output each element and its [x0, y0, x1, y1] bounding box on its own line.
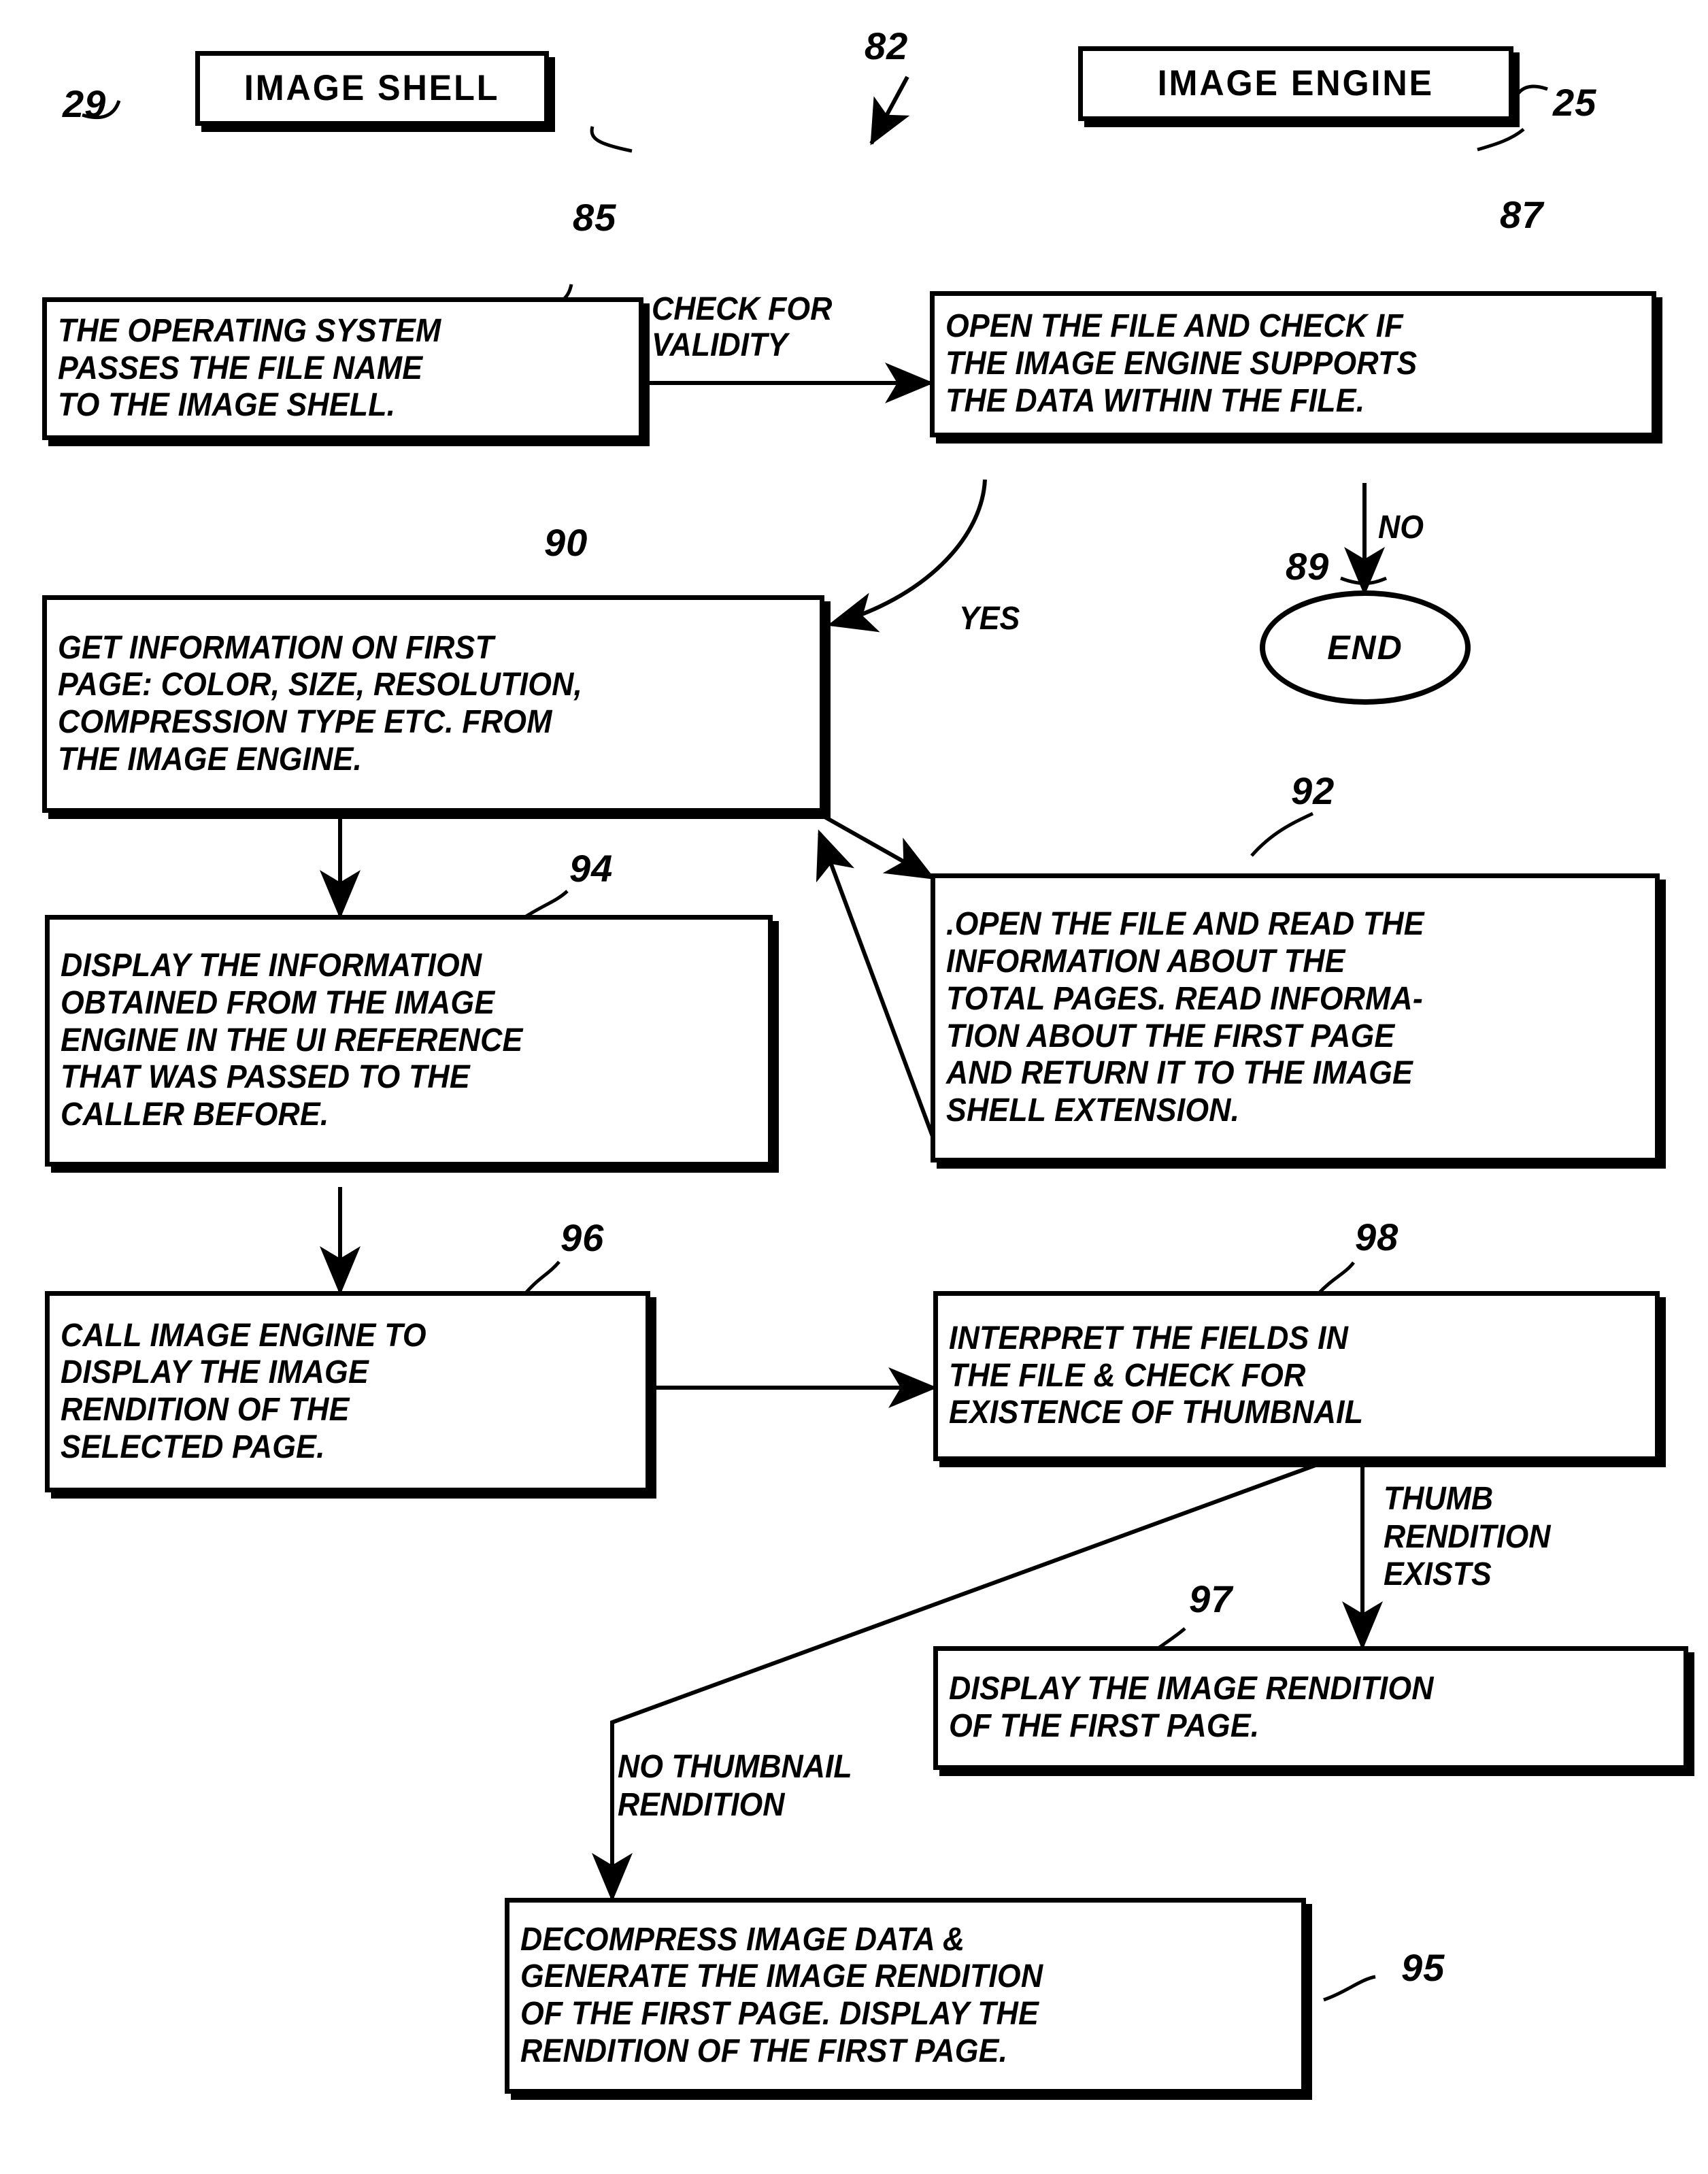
title-box-image-engine: IMAGE ENGINE: [1078, 46, 1513, 121]
edge-label-no: NO: [1378, 509, 1424, 546]
edge-label-yes: YES: [959, 601, 1020, 637]
edge-label-thumb-rendition-exists: THUMB RENDITION EXISTS: [1384, 1481, 1551, 1593]
ref-number-25: 25: [1553, 81, 1597, 124]
terminator-end-89: END: [1260, 590, 1471, 705]
title-box-image-shell-label: IMAGE SHELL: [244, 67, 500, 108]
process-box-90: GET INFORMATION ON FIRST PAGE: COLOR, SI…: [42, 595, 824, 813]
edge-label-check-for-validity: CHECK FOR VALIDITY: [652, 291, 833, 363]
process-box-97: DISPLAY THE IMAGE RENDITION OF THE FIRST…: [933, 1646, 1688, 1770]
process-box-97-text: DISPLAY THE IMAGE RENDITION OF THE FIRST…: [949, 1671, 1434, 1744]
process-box-95-text: DECOMPRESS IMAGE DATA & GENERATE THE IMA…: [520, 1921, 1043, 2069]
process-box-96: CALL IMAGE ENGINE TO DISPLAY THE IMAGE R…: [45, 1291, 650, 1492]
ref-number-85: 85: [573, 196, 617, 239]
ref-number-98: 98: [1355, 1216, 1399, 1258]
ref-number-95: 95: [1401, 1946, 1445, 1989]
ref-number-87: 87: [1500, 193, 1544, 236]
title-box-image-shell: IMAGE SHELL: [195, 51, 549, 126]
ref-number-29: 29: [63, 82, 107, 125]
process-box-85-text: THE OPERATING SYSTEM PASSES THE FILE NAM…: [58, 312, 441, 424]
process-box-96-text: CALL IMAGE ENGINE TO DISPLAY THE IMAGE R…: [61, 1317, 426, 1465]
patent-figure-page: 87 horizontal --> END (NO branch) --> 90…: [0, 0, 1708, 2174]
process-box-87: OPEN THE FILE AND CHECK IF THE IMAGE ENG…: [930, 291, 1656, 437]
process-box-92: .OPEN THE FILE AND READ THE INFORMATION …: [931, 873, 1660, 1163]
process-box-95: DECOMPRESS IMAGE DATA & GENERATE THE IMA…: [505, 1898, 1306, 2094]
ref-number-96: 96: [560, 1216, 605, 1259]
ref-number-82: 82: [865, 24, 909, 67]
ref-number-92: 92: [1291, 769, 1335, 812]
process-box-92-text: .OPEN THE FILE AND READ THE INFORMATION …: [946, 906, 1424, 1128]
title-box-image-engine-label: IMAGE ENGINE: [1157, 63, 1435, 103]
ref-number-90: 90: [544, 521, 588, 564]
terminator-end-label: END: [1327, 629, 1403, 667]
process-box-94-text: DISPLAY THE INFORMATION OBTAINED FROM TH…: [61, 948, 523, 1133]
ref-number-94: 94: [569, 847, 614, 890]
process-box-85: THE OPERATING SYSTEM PASSES THE FILE NAM…: [42, 297, 643, 440]
ref-number-97: 97: [1189, 1577, 1233, 1620]
process-box-90-text: GET INFORMATION ON FIRST PAGE: COLOR, SI…: [58, 629, 583, 777]
ref-number-89: 89: [1286, 545, 1330, 588]
edge-label-no-thumbnail-rendition: NO THUMBNAIL RENDITION: [618, 1749, 852, 1823]
process-box-87-text: OPEN THE FILE AND CHECK IF THE IMAGE ENG…: [945, 308, 1418, 419]
process-box-94: DISPLAY THE INFORMATION OBTAINED FROM TH…: [45, 915, 773, 1167]
process-box-98-text: INTERPRET THE FIELDS IN THE FILE & CHECK…: [949, 1320, 1364, 1431]
process-box-98: INTERPRET THE FIELDS IN THE FILE & CHECK…: [933, 1291, 1660, 1461]
